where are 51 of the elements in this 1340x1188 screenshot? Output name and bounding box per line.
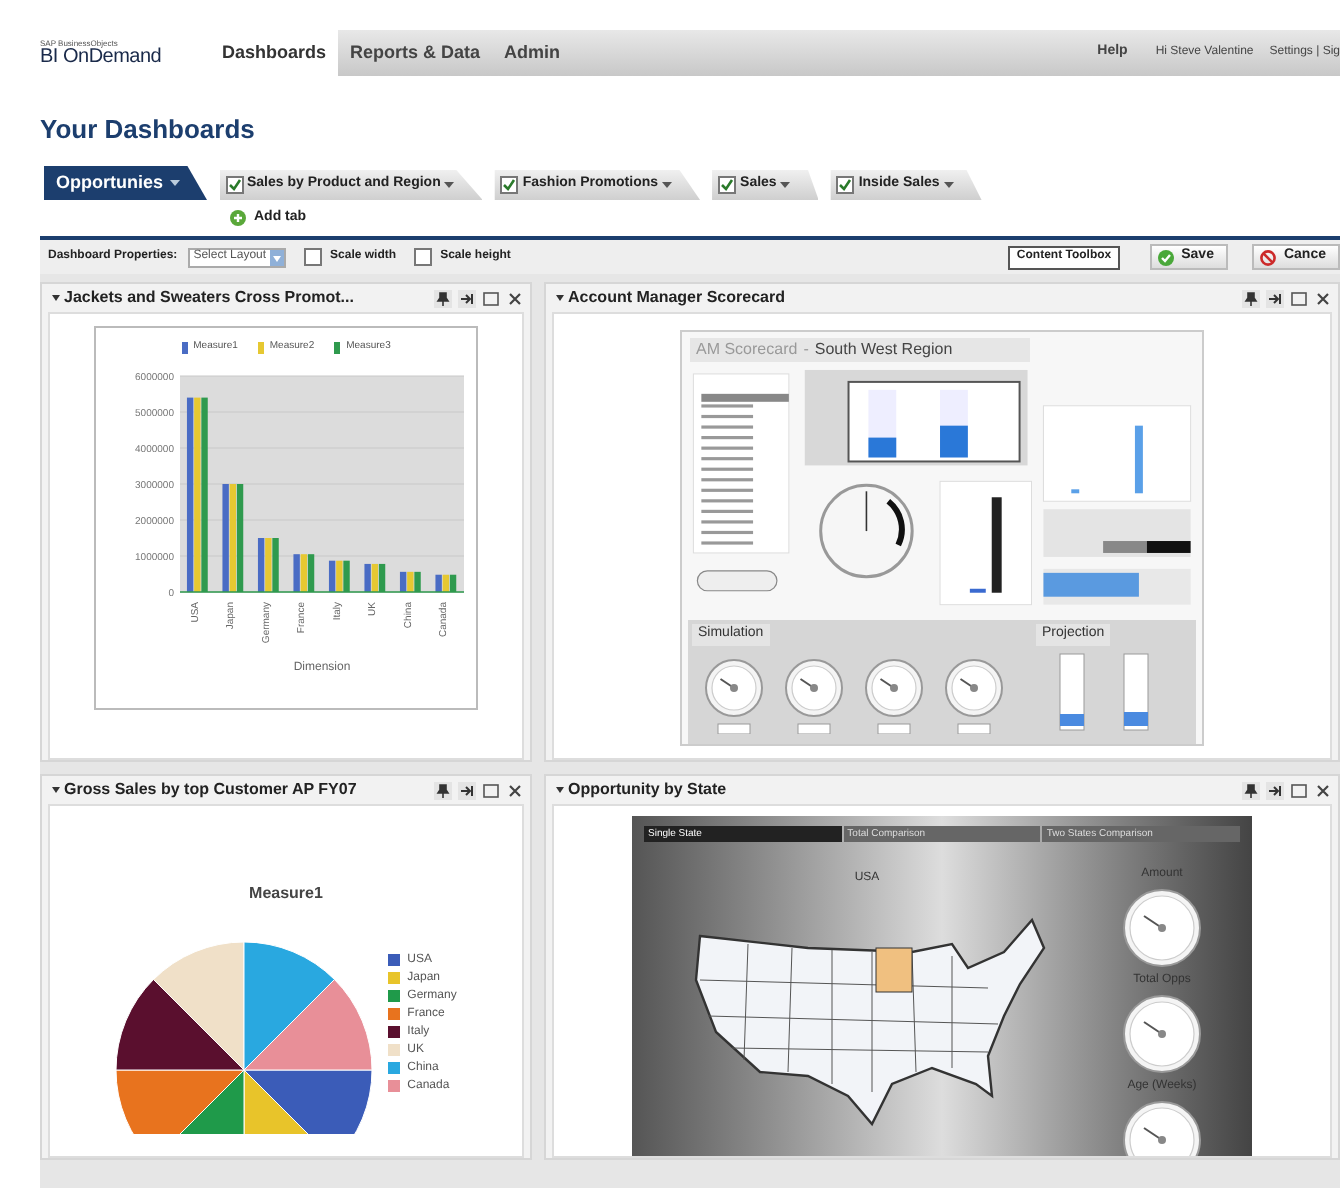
panel-title: Opportunity by State	[568, 778, 727, 802]
caret-icon	[444, 182, 455, 188]
maximize-icon[interactable]	[482, 289, 500, 307]
dial-gauge-drawing	[1122, 888, 1202, 968]
checkbox[interactable]	[304, 248, 323, 266]
pin-icon[interactable]	[1242, 781, 1260, 799]
chart-title: Measure1	[249, 882, 323, 906]
close-icon[interactable]	[1314, 289, 1332, 307]
maximize-icon[interactable]	[1290, 781, 1308, 799]
close-icon[interactable]	[1314, 781, 1332, 799]
page-title: Your Dashboards	[40, 116, 255, 142]
caret-icon	[169, 180, 179, 186]
logo-text: BI OnDemand	[40, 47, 164, 67]
checkmark-icon	[1157, 249, 1174, 265]
scorecard-title: AM Scorecard	[696, 338, 798, 362]
maximize-icon[interactable]	[482, 781, 500, 799]
checkbox[interactable]	[836, 176, 855, 194]
panel-title: Jackets and Sweaters Cross Promot...	[64, 286, 354, 310]
dropdown-arrow-icon	[270, 249, 285, 265]
close-icon[interactable]	[506, 781, 524, 799]
panel-title: Gross Sales by top Customer AP FY07	[64, 778, 357, 802]
caret-icon	[662, 182, 673, 188]
maximize-icon[interactable]	[1290, 289, 1308, 307]
add-icon[interactable]	[230, 210, 246, 226]
arrow-icon[interactable]	[1266, 289, 1284, 307]
panel-title: Account Manager Scorecard	[568, 286, 785, 310]
caret-icon	[943, 182, 954, 188]
checkbox[interactable]	[225, 176, 243, 194]
close-icon[interactable]	[506, 289, 524, 307]
caret-icon	[780, 182, 791, 188]
dial-gauge-drawing	[1122, 994, 1202, 1074]
nav-tab[interactable]: Reports & Data	[338, 30, 493, 76]
pin-icon[interactable]	[434, 781, 452, 799]
arrow-icon[interactable]	[1266, 781, 1284, 799]
title-separator: -	[803, 338, 809, 362]
arrow-icon[interactable]	[458, 781, 476, 799]
checkbox[interactable]	[500, 176, 519, 194]
collapse-caret-icon[interactable]	[48, 784, 64, 796]
checkbox[interactable]	[414, 248, 433, 266]
checkbox[interactable]	[718, 176, 737, 194]
region-title: South West Region	[814, 338, 953, 362]
pin-icon[interactable]	[1242, 289, 1260, 307]
collapse-caret-icon[interactable]	[552, 784, 568, 796]
nav-tab[interactable]: Dashboards	[210, 30, 339, 76]
prohibited-icon	[1259, 249, 1276, 265]
arrow-icon[interactable]	[458, 289, 476, 307]
pin-icon[interactable]	[434, 289, 452, 307]
nav-tab[interactable]: Admin	[492, 30, 573, 76]
collapse-caret-icon[interactable]	[48, 292, 64, 304]
collapse-caret-icon[interactable]	[552, 292, 568, 304]
dashboard-tab[interactable]: Opportunies	[44, 166, 207, 200]
